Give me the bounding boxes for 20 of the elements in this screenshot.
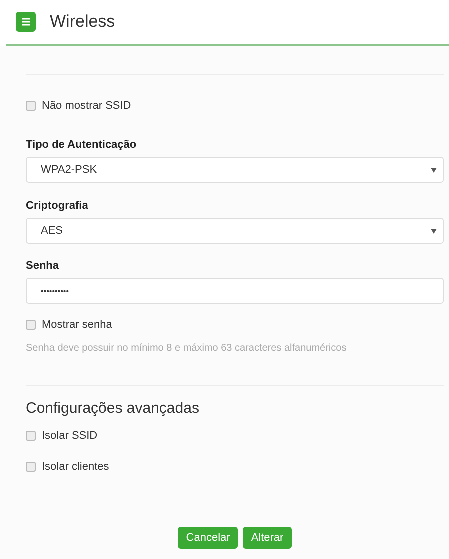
- checkbox[interactable]: [26, 431, 36, 441]
- caret-icon: [431, 168, 437, 172]
- page-title: Wireless: [50, 12, 116, 32]
- checkbox-label: Não mostrar SSID: [42, 100, 132, 112]
- checkbox-label: Isolar clientes: [42, 461, 110, 473]
- section-heading: Configurações avançadas: [26, 400, 200, 417]
- field-label: Criptografia: [26, 200, 90, 212]
- select-field[interactable]: AES: [26, 218, 444, 244]
- select-field[interactable]: WPA2-PSK: [26, 157, 444, 183]
- password-field[interactable]: ••••••••••: [26, 278, 444, 304]
- checkbox-label: Mostrar senha: [42, 319, 112, 331]
- caret-icon: [431, 228, 437, 234]
- field-label: Tipo de Autenticação: [26, 139, 138, 151]
- help-text: Senha deve possuir no mínimo 8 e máximo 63 caracteres alfanuméricos: [26, 343, 348, 354]
- checkbox-label: Isolar SSID: [42, 430, 98, 442]
- checkbox[interactable]: [26, 320, 36, 330]
- field-label: Senha: [26, 260, 60, 272]
- checkbox[interactable]: [26, 462, 36, 472]
- checkbox[interactable]: [26, 101, 36, 111]
- menu-icon[interactable]: [16, 12, 36, 32]
